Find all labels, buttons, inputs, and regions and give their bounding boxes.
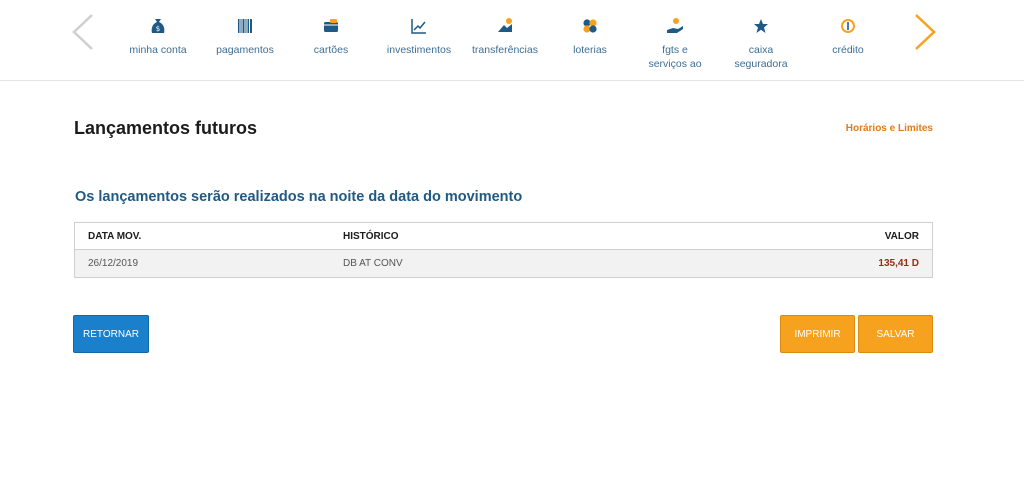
nav-label: investimentos (386, 44, 452, 56)
nav-label: transferências (472, 44, 538, 56)
nav-item-transferencias[interactable]: transferências (460, 16, 550, 57)
nav-label: loterias (573, 44, 607, 56)
nav-item-investimentos[interactable]: investimentos (374, 16, 464, 57)
nav-item-credito[interactable]: crédito (803, 16, 893, 57)
nav-label: crédito (832, 44, 864, 56)
chevron-right-icon[interactable] (912, 12, 938, 52)
retornar-button[interactable]: RETORNAR (73, 315, 149, 353)
top-navigation: $ minha conta pagamentos cartões investi… (0, 0, 1024, 81)
header-date: DATA MOV. (88, 230, 142, 242)
barcode-icon (238, 19, 252, 33)
page-subtitle: Os lançamentos serão realizados na noite… (75, 189, 523, 205)
table-row: 26/12/2019 DB AT CONV 135,41 D (75, 250, 932, 277)
nav-label: caixa seguradora (734, 44, 788, 70)
card-icon (324, 19, 338, 32)
hand-coin-icon (667, 18, 683, 33)
chart-icon (411, 19, 426, 34)
nav-label: minha conta (129, 44, 187, 56)
cell-date: 26/12/2019 (88, 258, 139, 269)
page-title: Lançamentos futuros (74, 118, 258, 138)
nav-label: fgts e serviços ao (648, 44, 702, 70)
table-header: DATA MOV. HISTÓRICO VALOR (75, 223, 932, 250)
chevron-left-icon[interactable] (70, 12, 96, 52)
credit-icon (841, 19, 855, 33)
nav-item-caixa-seguradora[interactable]: caixa seguradora (716, 16, 806, 71)
svg-text:$: $ (156, 25, 160, 33)
nav-label: cartões (313, 44, 349, 56)
nav-label: pagamentos (216, 44, 274, 56)
nav-item-minha-conta[interactable]: $ minha conta (113, 16, 203, 57)
future-entries-table: DATA MOV. HISTÓRICO VALOR 26/12/2019 DB … (74, 222, 933, 278)
hours-limits-link[interactable]: Horários e Limites (846, 123, 933, 134)
nav-item-pagamentos[interactable]: pagamentos (200, 16, 290, 57)
header-value: VALOR (884, 230, 919, 242)
money-bag-icon: $ (151, 19, 165, 33)
cell-value: 135,41 D (878, 258, 919, 269)
nav-item-cartoes[interactable]: cartões (286, 16, 376, 57)
transfer-icon (498, 18, 512, 32)
star-icon (754, 19, 768, 33)
cell-history: DB AT CONV (343, 258, 403, 269)
clover-icon (583, 19, 597, 33)
salvar-button[interactable]: SALVAR (858, 315, 933, 353)
nav-item-loterias[interactable]: loterias (545, 16, 635, 57)
imprimir-button[interactable]: IMPRIMIR (780, 315, 855, 353)
nav-item-fgts[interactable]: fgts e serviços ao (630, 16, 720, 71)
header-history: HISTÓRICO (343, 230, 399, 242)
